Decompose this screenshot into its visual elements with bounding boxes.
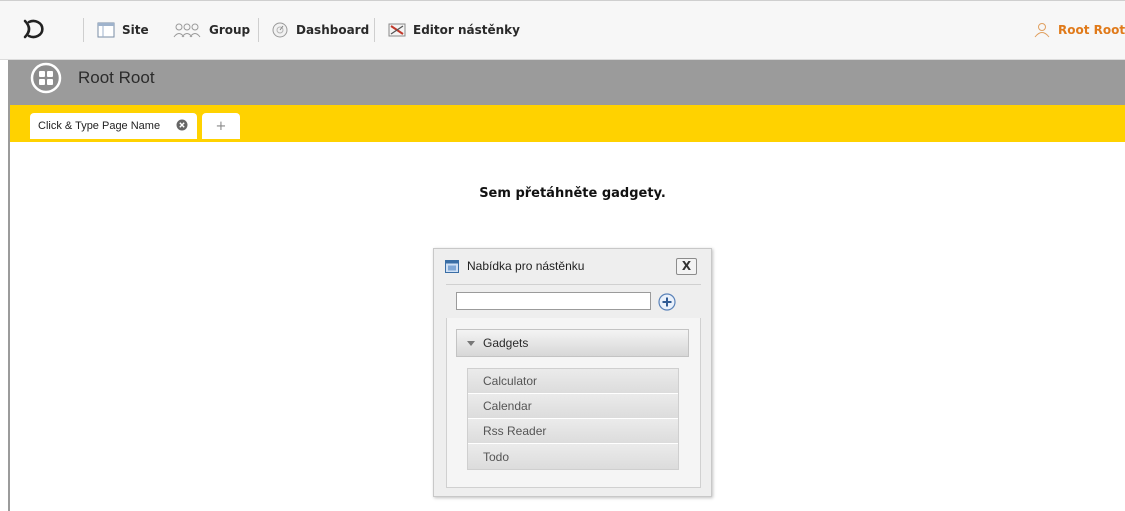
drop-message: Sem přetáhněte gadgety. xyxy=(479,186,666,201)
add-circle-icon[interactable] xyxy=(658,293,676,311)
gadget-item-rss-reader[interactable]: Rss Reader xyxy=(468,419,678,444)
triangle-down-icon xyxy=(467,340,475,346)
group-icon xyxy=(173,23,201,38)
panel-close-button[interactable]: X xyxy=(676,258,697,275)
tab-page[interactable]: Click & Type Page Name xyxy=(30,113,197,139)
page-header xyxy=(10,60,1125,105)
toolbar-group-label: Group xyxy=(209,23,251,37)
user-name: Root Root xyxy=(1058,23,1125,37)
page-title: Root Root xyxy=(78,68,155,87)
tab-page-label[interactable]: Click & Type Page Name xyxy=(38,120,160,132)
add-tab-button[interactable]: + xyxy=(202,113,240,139)
gadget-item-calculator[interactable]: Calculator xyxy=(468,369,678,394)
add-tab-label: + xyxy=(215,118,227,134)
category-label: Gadgets xyxy=(483,336,529,350)
logo-icon[interactable] xyxy=(20,16,46,42)
window-icon xyxy=(445,260,459,273)
toolbar-divider xyxy=(374,18,375,42)
dashboard-icon xyxy=(272,22,288,38)
toolbar-site-link[interactable]: Site xyxy=(97,20,149,40)
toolbar-divider xyxy=(258,18,259,42)
toolbar-dashboard-link[interactable]: Dashboard xyxy=(271,20,369,40)
close-tab-icon[interactable] xyxy=(176,119,188,131)
search-input[interactable] xyxy=(456,292,651,310)
user-menu[interactable]: Root Root xyxy=(1033,20,1125,40)
category-gadgets[interactable]: Gadgets xyxy=(456,329,689,357)
panel-title: Nabídka pro nástěnku xyxy=(467,259,585,273)
toolbar-divider xyxy=(83,18,84,42)
gadget-item-todo[interactable]: Todo xyxy=(468,444,678,469)
dashboard-grid-icon xyxy=(30,62,62,94)
toolbar-group-link[interactable]: Group xyxy=(172,20,250,40)
toolbar-editor-link[interactable]: Editor nástěnky xyxy=(388,20,520,40)
user-icon xyxy=(1034,23,1050,38)
toolbar-site-label: Site xyxy=(122,23,149,37)
top-toolbar xyxy=(0,0,1125,60)
gadget-item-calendar[interactable]: Calendar xyxy=(468,394,678,419)
toolbar-dashboard-label: Dashboard xyxy=(296,23,370,37)
site-icon xyxy=(97,22,115,38)
panel-divider xyxy=(446,284,701,285)
editor-icon xyxy=(388,23,406,37)
gadget-list: Calculator Calendar Rss Reader Todo xyxy=(467,368,679,470)
toolbar-editor-label: Editor nástěnky xyxy=(413,23,520,37)
